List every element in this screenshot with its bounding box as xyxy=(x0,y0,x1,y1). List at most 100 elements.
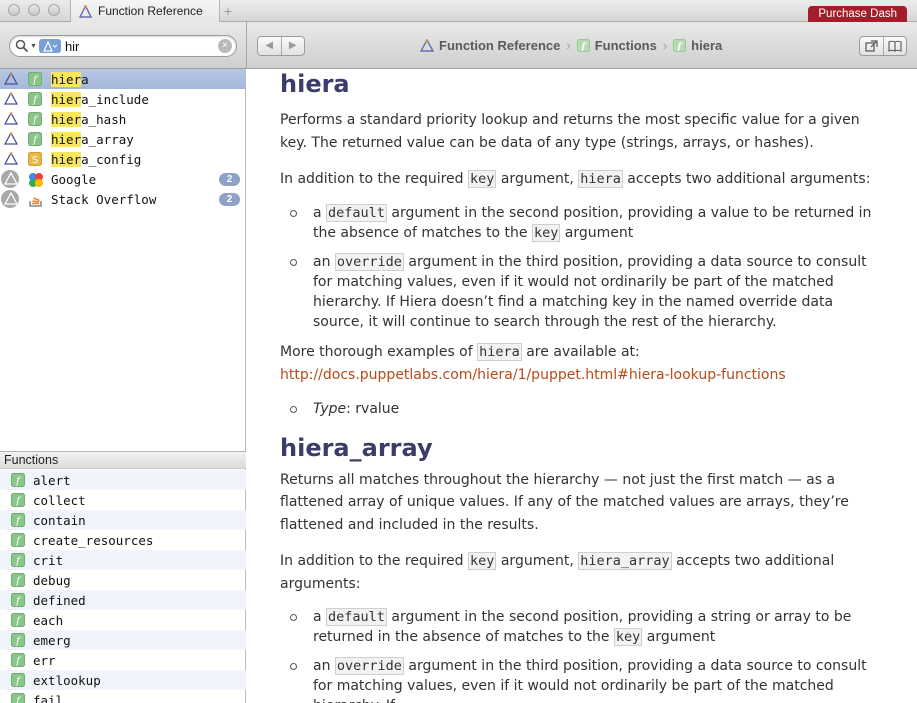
examples-paragraph: More thorough examples of hiera are avai… xyxy=(280,342,640,361)
setting-icon: S xyxy=(28,152,42,166)
function-name: collect xyxy=(33,493,86,508)
arguments-list: a default argument in the second positio… xyxy=(280,203,887,332)
close-window-button[interactable] xyxy=(8,4,20,16)
list-item: an override argument in the third positi… xyxy=(290,656,887,703)
function-list-item[interactable]: f err xyxy=(0,650,246,670)
svg-text:S: S xyxy=(32,155,38,166)
function-icon: f xyxy=(11,633,25,647)
function-list-item[interactable]: f emerg xyxy=(0,630,246,650)
list-item: Type: rvalue xyxy=(290,399,887,419)
function-list-item[interactable]: f crit xyxy=(0,550,246,570)
list-item-stack-overflow[interactable]: Stack Overflow 2 xyxy=(0,189,246,209)
result-name: hiera xyxy=(51,72,89,87)
function-list-item[interactable]: f create_resources xyxy=(0,530,246,550)
result-name: hiera_hash xyxy=(51,112,127,127)
breadcrumb-category[interactable]: Functions xyxy=(595,38,657,53)
puppet-docset-icon xyxy=(4,72,18,85)
function-name: fail xyxy=(33,693,64,703)
section-title: hiera_array xyxy=(280,433,433,462)
function-list-item[interactable]: f alert xyxy=(0,470,246,490)
puppet-docset-icon xyxy=(4,112,18,125)
breadcrumb-docset[interactable]: Function Reference xyxy=(439,38,560,53)
table-of-contents-button[interactable] xyxy=(882,37,907,55)
list-item[interactable]: S hiera_config xyxy=(0,149,246,169)
function-name: extlookup xyxy=(33,673,101,688)
breadcrumb-current[interactable]: hiera xyxy=(691,38,722,53)
list-item[interactable]: f hiera_include xyxy=(0,89,246,109)
documentation-content: hiera Performs a standard priority looku… xyxy=(247,69,917,703)
function-icon: f xyxy=(28,72,42,86)
function-list-item[interactable]: f defined xyxy=(0,590,246,610)
function-icon: f xyxy=(28,92,42,106)
purchase-dash-button[interactable]: Purchase Dash xyxy=(808,6,907,22)
puppet-docset-icon xyxy=(4,172,18,185)
function-icon: f xyxy=(11,653,25,667)
function-name: alert xyxy=(33,473,71,488)
function-name: each xyxy=(33,613,64,628)
open-external-icon xyxy=(865,40,878,52)
puppet-docset-icon xyxy=(420,39,434,52)
examples-link-line: http://docs.puppetlabs.com/hiera/1/puppe… xyxy=(280,364,887,387)
page-actions xyxy=(859,36,907,56)
function-icon: f xyxy=(11,473,25,487)
function-list-item[interactable]: f each xyxy=(0,610,246,630)
list-item-google[interactable]: Google 2 xyxy=(0,169,246,189)
toolbar: ▼ × ◀ ▶ Function Reference › f Functions… xyxy=(0,22,917,69)
function-list-item[interactable]: f contain xyxy=(0,510,246,530)
book-icon xyxy=(888,40,902,52)
forward-button[interactable]: ▶ xyxy=(280,37,305,55)
toolbar-divider xyxy=(246,22,247,69)
description-paragraph: Performs a standard priority lookup and … xyxy=(280,112,860,151)
function-list-item[interactable]: f extlookup xyxy=(0,670,246,690)
tab-title: Function Reference xyxy=(98,4,203,18)
count-badge: 2 xyxy=(219,193,240,206)
result-name: hiera_config xyxy=(51,152,142,167)
arguments-list: a default argument in the second positio… xyxy=(280,607,887,703)
function-list-item[interactable]: f collect xyxy=(0,490,246,510)
function-icon: f xyxy=(11,513,25,527)
zoom-window-button[interactable] xyxy=(48,4,60,16)
list-item[interactable]: f hiera_array xyxy=(0,129,246,149)
puppet-docset-icon xyxy=(4,132,18,145)
docset-scope-icon[interactable] xyxy=(38,39,61,53)
examples-link[interactable]: http://docs.puppetlabs.com/hiera/1/puppe… xyxy=(280,367,786,383)
function-list-item[interactable]: f debug xyxy=(0,570,246,590)
list-item[interactable]: f hiera_hash xyxy=(0,109,246,129)
function-icon: f xyxy=(673,39,687,52)
back-button[interactable]: ◀ xyxy=(258,37,281,55)
list-item: a default argument in the second positio… xyxy=(290,203,887,243)
new-tab-button[interactable]: + xyxy=(224,3,232,19)
breadcrumb: Function Reference › f Functions › f hie… xyxy=(420,38,722,53)
page-title: hiera xyxy=(280,70,350,98)
arguments-paragraph: In addition to the required key argument… xyxy=(280,552,835,592)
list-item: a default argument in the second positio… xyxy=(290,607,887,647)
function-name: contain xyxy=(33,513,86,528)
function-icon: f xyxy=(11,673,25,687)
open-in-browser-button[interactable] xyxy=(860,37,883,55)
arguments-paragraph: In addition to the required key argument… xyxy=(280,170,871,188)
function-icon: f xyxy=(11,533,25,547)
chevron-down-icon[interactable]: ▼ xyxy=(30,43,37,50)
search-input[interactable] xyxy=(64,38,205,54)
tab-function-reference[interactable]: Function Reference xyxy=(70,0,220,22)
history-buttons: ◀ ▶ xyxy=(257,36,305,56)
sidebar: f hiera f hiera_include f hiera_hash f h… xyxy=(0,69,246,703)
puppet-docset-icon xyxy=(4,152,18,165)
search-field[interactable]: ▼ × xyxy=(9,35,237,57)
result-name: Google xyxy=(51,172,97,187)
functions-section-header: Functions xyxy=(0,451,246,469)
list-item[interactable]: f hiera xyxy=(0,69,246,89)
minimize-window-button[interactable] xyxy=(28,4,40,16)
function-icon: f xyxy=(11,573,25,587)
stack-overflow-icon xyxy=(29,197,42,207)
puppet-docset-icon xyxy=(79,4,92,18)
clear-search-icon[interactable]: × xyxy=(218,39,232,53)
function-icon: f xyxy=(11,693,25,703)
function-icon: f xyxy=(11,613,25,627)
google-icon xyxy=(29,173,43,187)
type-list: Type: rvalue xyxy=(280,399,887,419)
functions-list: f alert f collect f contain f create_resources f… xyxy=(0,470,246,703)
function-name: defined xyxy=(33,593,86,608)
count-badge: 2 xyxy=(219,173,240,186)
function-list-item[interactable]: f fail xyxy=(0,690,246,703)
